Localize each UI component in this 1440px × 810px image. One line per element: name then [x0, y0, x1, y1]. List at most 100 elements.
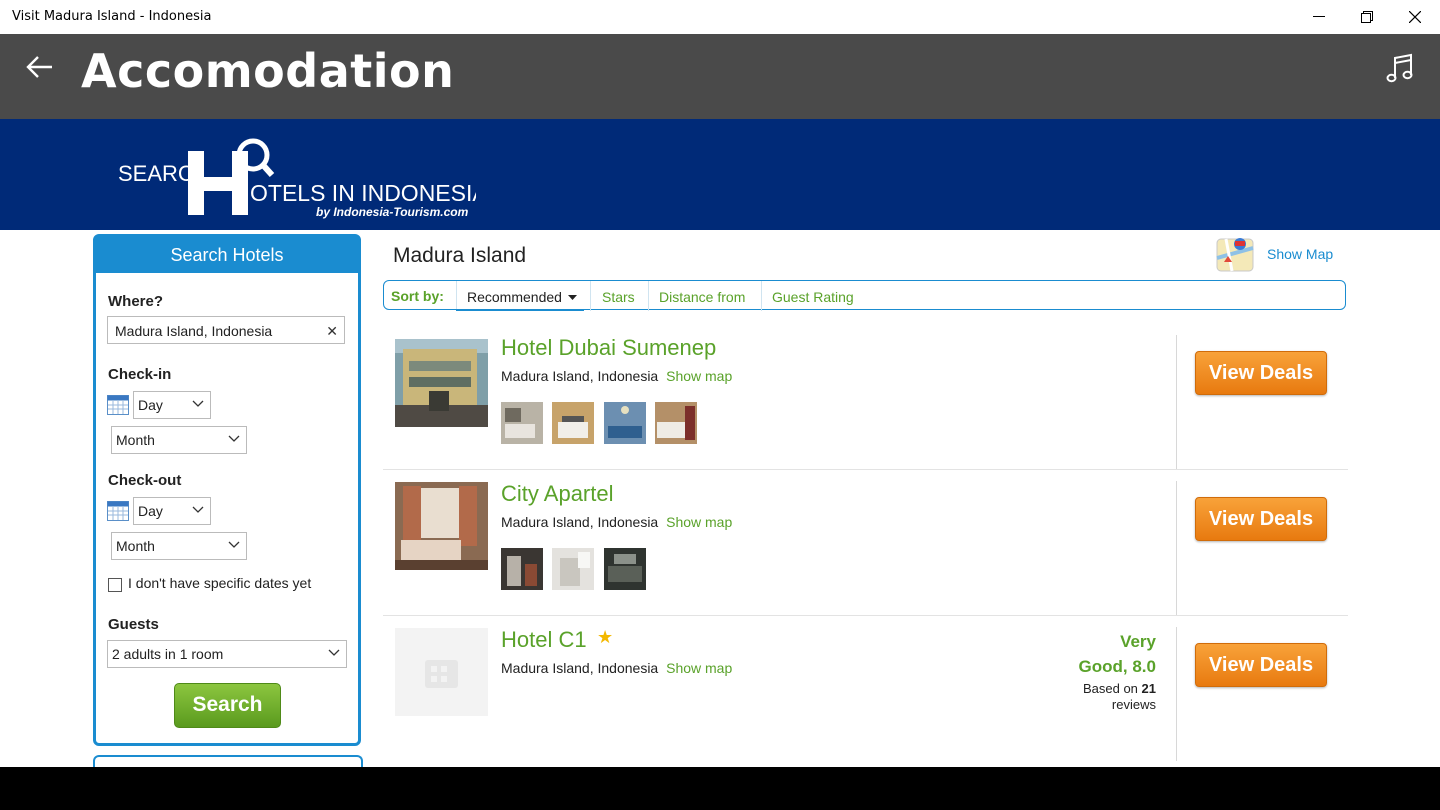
reviews-suffix: reviews [1111, 697, 1156, 712]
app-header: Accomodation [0, 34, 1440, 119]
gallery-thumbnail[interactable] [603, 402, 646, 444]
view-deals-button[interactable]: View Deals [1195, 497, 1327, 541]
checkout-day-value: Day [138, 503, 163, 519]
checkout-day-select[interactable]: Day [133, 497, 211, 525]
sort-divider [648, 281, 649, 311]
no-dates-checkbox[interactable] [108, 578, 122, 592]
sort-divider [590, 281, 591, 311]
close-icon [1409, 11, 1421, 23]
hotel-show-map-link[interactable]: Show map [666, 368, 732, 384]
checkout-label: Check-out [108, 472, 182, 489]
guest-rating: Very Good, 8.0 Based on 21 reviews [1036, 629, 1156, 711]
checkin-month-select[interactable]: Month [111, 426, 247, 454]
hotel-photo[interactable] [395, 339, 488, 427]
checkout-month-select[interactable]: Month [111, 532, 247, 560]
hotel-name-link[interactable]: Hotel C1 [501, 627, 587, 653]
checkin-calendar-icon[interactable] [107, 395, 129, 415]
checkin-day-select[interactable]: Day [133, 391, 211, 419]
page-title: Accomodation [81, 44, 455, 98]
reviews-number: 21 [1141, 681, 1156, 696]
hotel-photo-placeholder[interactable] [395, 628, 488, 716]
sort-guest-rating[interactable]: Guest Rating [772, 289, 854, 305]
back-arrow-icon[interactable] [24, 50, 56, 84]
rating-line1: Very [1120, 632, 1156, 651]
gallery-thumbnail[interactable] [501, 402, 543, 444]
search-hotels-logo[interactable]: SEARC OTELS IN INDONESIA by Indonesia-To… [116, 133, 476, 223]
checkin-label: Check-in [108, 366, 172, 383]
sort-active-underline [456, 309, 584, 311]
hotel-card: Hotel C1 ★ Madura Island, Indonesia Show… [383, 627, 1348, 761]
clear-icon[interactable]: ✕ [326, 317, 338, 345]
hotel-card-divider [1176, 627, 1177, 761]
guests-label: Guests [108, 616, 159, 633]
logo-text-hotels: OTELS IN INDONESIA [250, 180, 476, 206]
sort-divider [456, 281, 457, 311]
sort-by-label: Sort by: [391, 288, 444, 304]
hotel-address-text: Madura Island, Indonesia [501, 368, 659, 384]
where-input[interactable]: Madura Island, Indonesia ✕ [107, 316, 345, 344]
logo-text-search: SEARC [118, 161, 194, 186]
window-titlebar: Visit Madura Island - Indonesia [0, 0, 1440, 34]
restore-icon [1361, 11, 1373, 23]
chevron-down-icon [192, 400, 204, 407]
map-icon[interactable] [1216, 236, 1254, 272]
taskbar [0, 767, 1440, 810]
chevron-down-icon [228, 541, 240, 548]
chevron-down-icon [192, 506, 204, 513]
hotel-name-link[interactable]: Hotel Dubai Sumenep [501, 335, 716, 361]
star-icon: ★ [597, 627, 614, 647]
view-deals-button[interactable]: View Deals [1195, 351, 1327, 395]
hotel-show-map-link[interactable]: Show map [666, 514, 732, 530]
hotel-gallery [501, 402, 702, 449]
music-note-icon[interactable] [1384, 52, 1416, 84]
where-value: Madura Island, Indonesia [115, 323, 273, 339]
checkin-month-value: Month [116, 432, 155, 448]
sort-stars[interactable]: Stars [602, 289, 635, 305]
view-deals-button[interactable]: View Deals [1195, 643, 1327, 687]
sort-recommended[interactable]: Recommended [467, 289, 577, 305]
hotel-address: Madura Island, Indonesia Show map [501, 514, 732, 530]
gallery-thumbnail[interactable] [501, 548, 543, 590]
gallery-thumbnail[interactable] [603, 548, 646, 590]
results-location-title: Madura Island [393, 244, 527, 267]
close-button[interactable] [1392, 0, 1438, 34]
gallery-thumbnail[interactable] [655, 402, 698, 444]
where-label: Where? [108, 293, 164, 310]
chevron-down-icon [328, 649, 340, 656]
minimize-button[interactable] [1296, 0, 1342, 34]
hotel-gallery [501, 548, 651, 595]
sort-divider [761, 281, 762, 311]
hotel-address-text: Madura Island, Indonesia [501, 660, 659, 676]
search-hotels-panel: Search Hotels Where? Madura Island, Indo… [93, 234, 361, 746]
checkout-month-value: Month [116, 538, 155, 554]
gallery-thumbnail[interactable] [552, 402, 595, 444]
hotel-card: City Apartel Madura Island, Indonesia Sh… [383, 481, 1348, 616]
sort-recommended-label: Recommended [467, 289, 562, 305]
hotel-card-divider [1176, 481, 1177, 615]
hotel-photo[interactable] [395, 482, 488, 570]
hotel-address: Madura Island, Indonesia Show map [501, 660, 732, 676]
gallery-thumbnail[interactable] [552, 548, 595, 590]
search-button[interactable]: Search [174, 683, 281, 728]
hotel-name-link[interactable]: City Apartel [501, 481, 614, 507]
caret-down-icon [567, 295, 577, 301]
checkout-calendar-icon[interactable] [107, 501, 129, 521]
hotel-address: Madura Island, Indonesia Show map [501, 368, 732, 384]
hotel-search-banner: SEARC OTELS IN INDONESIA by Indonesia-To… [0, 119, 1440, 230]
no-dates-label: I don't have specific dates yet [128, 575, 312, 591]
minimize-icon [1313, 16, 1325, 17]
window-title: Visit Madura Island - Indonesia [12, 9, 212, 24]
hotel-address-text: Madura Island, Indonesia [501, 514, 659, 530]
sort-distance[interactable]: Distance from [659, 289, 745, 305]
sort-bar: Sort by: Recommended Stars Distance from… [383, 280, 1346, 311]
search-panel-header: Search Hotels [96, 237, 358, 273]
logo-text-by: by Indonesia-Tourism.com [316, 205, 469, 219]
hotel-show-map-link[interactable]: Show map [666, 660, 732, 676]
checkin-day-value: Day [138, 397, 163, 413]
reviews-count: Based on 21 [1036, 682, 1156, 695]
guests-select[interactable]: 2 adults in 1 room [107, 640, 347, 668]
chevron-down-icon [228, 435, 240, 442]
show-map-link[interactable]: Show Map [1267, 246, 1333, 262]
restore-button[interactable] [1344, 0, 1390, 34]
reviews-prefix: Based on [1082, 681, 1138, 696]
